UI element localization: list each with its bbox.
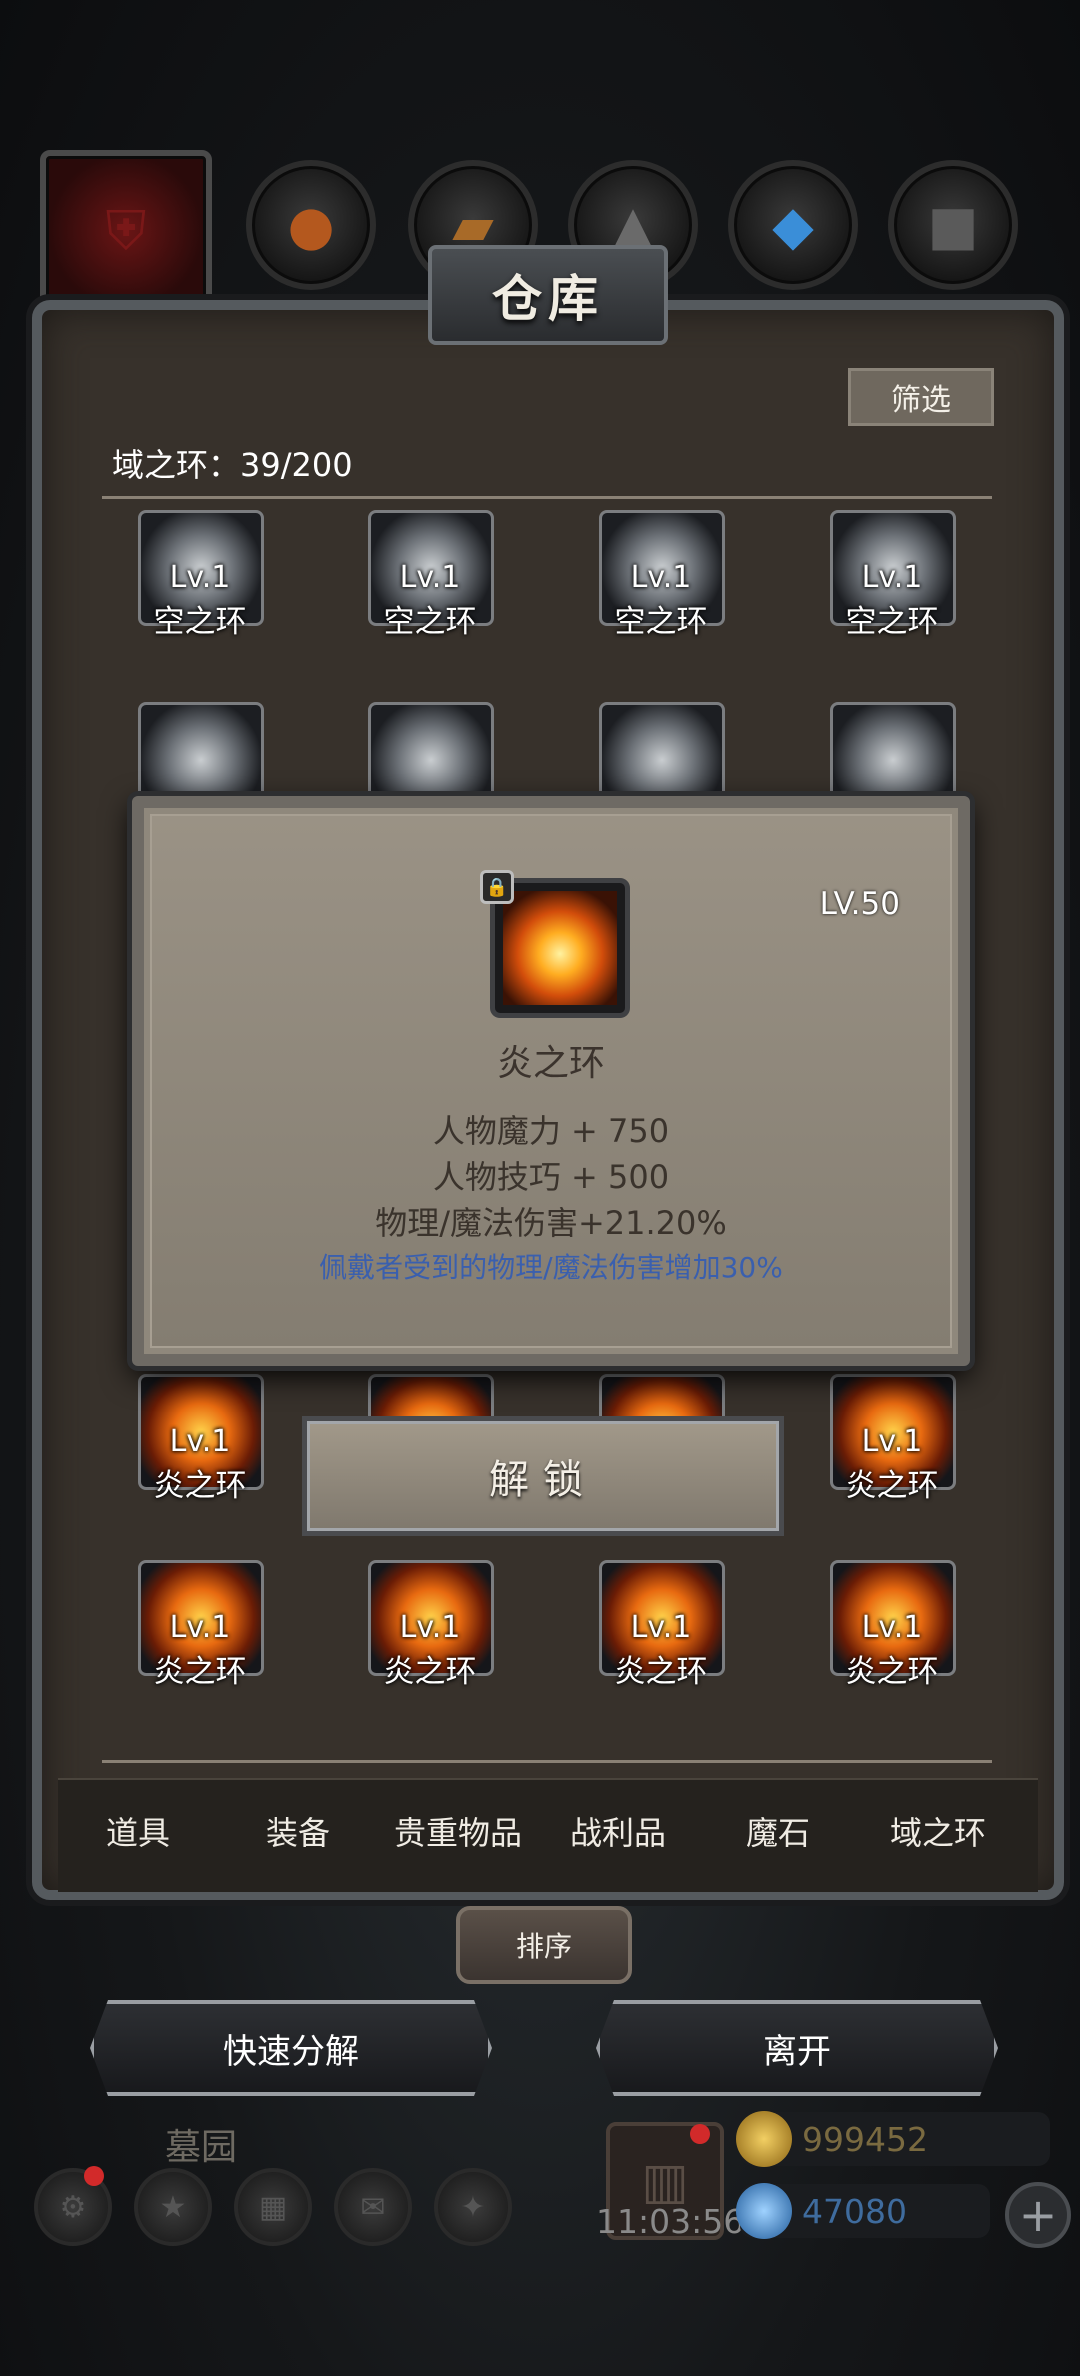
list-item[interactable]: Lv.1 炎之环	[138, 1374, 264, 1534]
item-level-badge: LV.50	[819, 886, 900, 922]
unlock-button[interactable]: 解锁	[302, 1416, 784, 1536]
item-name: 炎之环	[383, 1654, 477, 1690]
quick-decompose-button[interactable]: 快速分解	[90, 2000, 492, 2096]
item-name: 空之环	[845, 604, 939, 640]
item-level: Lv.1	[861, 1610, 923, 1645]
tab-rings[interactable]: 域之环	[858, 1808, 1018, 1854]
divider-bottom	[102, 1760, 992, 1763]
item-name: 炎之环	[845, 1468, 939, 1504]
leave-button[interactable]: 离开	[596, 2000, 998, 2096]
list-item[interactable]: Lv.1 炎之环	[830, 1374, 956, 1534]
category-bar: 道具 装备 贵重物品 战利品 魔石 域之环	[58, 1778, 1038, 1892]
item-row-4: Lv.1 炎之环 Lv.1 炎之环 Lv.1 炎之环 Lv.1 炎之环	[138, 1560, 1038, 1750]
area-name: 墓园	[165, 2127, 238, 2168]
list-item[interactable]: Lv.1 空之环	[368, 510, 494, 670]
list-item[interactable]: Lv.1 空之环	[830, 510, 956, 670]
clock: 11:03:56	[596, 2202, 745, 2241]
item-level: Lv.1	[630, 1610, 692, 1645]
panel-header: 仓库	[42, 230, 1054, 360]
item-level: Lv.1	[399, 560, 461, 595]
gem-icon	[736, 2183, 792, 2239]
mail-icon[interactable]: ✉	[334, 2168, 412, 2246]
item-level: Lv.1	[169, 1424, 231, 1459]
item-level: Lv.1	[169, 560, 231, 595]
gift-notification-dot	[690, 2124, 710, 2144]
notification-dot	[84, 2166, 104, 2186]
stat-damage: 物理/魔法伤害+21.20%	[375, 1204, 727, 1242]
divider-top	[102, 496, 992, 499]
list-item[interactable]: Lv.1 炎之环	[599, 1560, 725, 1720]
item-title: 炎之环	[496, 1043, 605, 1084]
gem-counter: 47080	[736, 2183, 990, 2239]
book-icon[interactable]: ▦	[234, 2168, 312, 2246]
list-item[interactable]: Lv.1 空之环	[138, 510, 264, 670]
fire-ring-image	[503, 891, 617, 1005]
item-name: 空之环	[383, 604, 477, 640]
item-level: Lv.1	[399, 1610, 461, 1645]
item-name: 炎之环	[153, 1468, 247, 1504]
item-level: Lv.1	[861, 560, 923, 595]
list-item[interactable]: Lv.1 炎之环	[138, 1560, 264, 1720]
sort-button[interactable]: 排序	[456, 1906, 632, 1984]
list-item[interactable]: Lv.1 空之环	[599, 510, 725, 670]
gold-counter: 999452	[736, 2111, 1050, 2167]
tab-gear[interactable]: 装备	[218, 1808, 378, 1854]
item-name: 空之环	[614, 604, 708, 640]
tab-loot[interactable]: 战利品	[538, 1808, 698, 1854]
item-name: 炎之环	[153, 1654, 247, 1690]
page-title: 仓库	[428, 245, 668, 345]
gold-value: 999452	[802, 2119, 928, 2159]
lock-icon: 🔒	[480, 870, 514, 904]
filter-button[interactable]: 筛选	[848, 368, 994, 426]
ring-count: 域之环：39/200	[112, 446, 353, 484]
item-level: Lv.1	[861, 1424, 923, 1459]
item-name: 空之环	[153, 604, 247, 640]
list-item[interactable]: Lv.1 炎之环	[368, 1560, 494, 1720]
gem-value: 47080	[802, 2191, 907, 2231]
list-item[interactable]: Lv.1 炎之环	[830, 1560, 956, 1720]
item-name: 炎之环	[614, 1654, 708, 1690]
map-icon[interactable]: ✦	[434, 2168, 512, 2246]
popup-body: 🔒 LV.50 炎之环 人物魔力 + 750 人物技巧 + 500 物理/魔法伤…	[150, 814, 952, 1348]
tab-items[interactable]: 道具	[58, 1808, 218, 1854]
gold-coin-icon	[736, 2111, 792, 2167]
add-currency-button[interactable]: +	[1005, 2182, 1071, 2248]
special-effect: 佩戴者受到的物理/魔法伤害增加30%	[319, 1251, 783, 1284]
item-name: 炎之环	[845, 1654, 939, 1690]
stat-skill: 人物技巧 + 500	[432, 1158, 670, 1196]
star-icon[interactable]: ★	[134, 2168, 212, 2246]
tab-magic-stones[interactable]: 魔石	[698, 1808, 858, 1854]
stat-magic: 人物魔力 + 750	[432, 1112, 670, 1150]
item-level: Lv.1	[169, 1610, 231, 1645]
tab-valuables[interactable]: 贵重物品	[378, 1808, 538, 1854]
item-level: Lv.1	[630, 560, 692, 595]
item-detail-popup: 🔒 LV.50 炎之环 人物魔力 + 750 人物技巧 + 500 物理/魔法伤…	[132, 796, 970, 1366]
item-row-1: Lv.1 空之环 Lv.1 空之环 Lv.1 空之环 Lv.1 空之环	[138, 510, 1038, 700]
